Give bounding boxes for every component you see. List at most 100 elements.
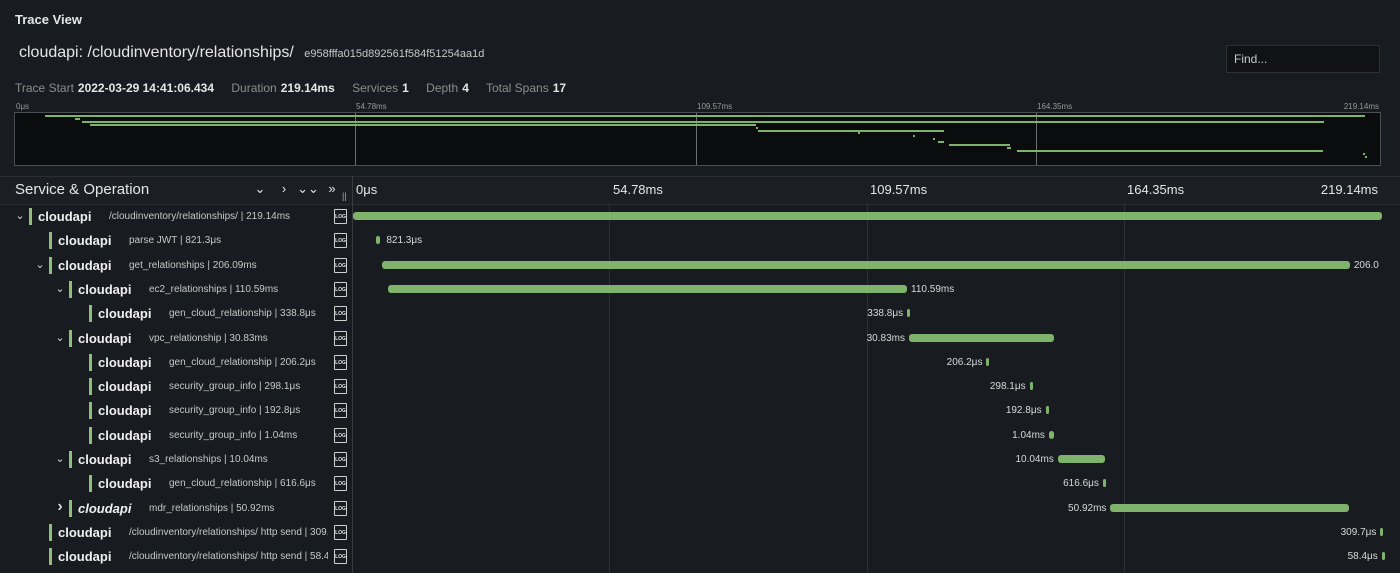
collapse-all-icon[interactable]: ⌄⌄ <box>296 181 320 197</box>
operation-name: parse JWT | 821.3μs <box>129 235 222 247</box>
minimap-tick: 219.14ms <box>1343 102 1379 111</box>
log-icon[interactable]: LOG <box>334 476 347 492</box>
span-row[interactable]: cloudapi/cloudinventory/relationships/ h… <box>0 545 1400 569</box>
operation-name: /cloudinventory/relationships/ http send… <box>129 551 328 563</box>
span-row[interactable]: cloudapi gen_cloud_relationship | 206.2μs… <box>0 351 1400 375</box>
span-bar[interactable] <box>1045 406 1049 415</box>
axis-tick-label: 0μs <box>356 182 378 197</box>
span-bar[interactable] <box>907 309 911 318</box>
operation-name: mdr_relationships | 50.92ms <box>149 502 275 514</box>
span-bar[interactable] <box>986 357 990 366</box>
log-icon[interactable]: LOG <box>334 524 347 540</box>
service-color-bar <box>89 353 92 371</box>
collapse-one-icon[interactable]: ⌄ <box>248 181 272 197</box>
span-bar[interactable] <box>376 236 381 245</box>
log-icon[interactable]: LOG <box>334 209 347 224</box>
span-row[interactable]: ⌄ cloudapi s3_relationships | 10.04ms LOG 10… <box>0 448 1400 472</box>
minimap-span-bar <box>912 135 915 138</box>
service-name: cloudapi <box>58 233 112 249</box>
span-bar[interactable] <box>1381 552 1385 561</box>
service-color-bar <box>89 305 92 323</box>
axis-tick-label: 109.57ms <box>870 182 928 197</box>
chevron-right-icon[interactable]: › <box>54 498 66 516</box>
expand-all-icon[interactable]: » <box>320 181 344 196</box>
log-icon[interactable]: LOG <box>334 427 347 443</box>
service-color-bar <box>69 280 72 298</box>
column-resize-handle[interactable]: || <box>342 191 347 201</box>
log-icon[interactable]: LOG <box>334 233 347 249</box>
service-color-bar <box>69 451 72 468</box>
chevron-down-icon[interactable]: ⌄ <box>54 282 66 295</box>
operation-name: /cloudinventory/relationships/ | 219.14m… <box>109 211 291 222</box>
log-icon[interactable]: LOG <box>334 257 347 273</box>
span-row[interactable]: ⌄ cloudapi/cloudinventory/relationships/ … <box>0 205 1400 229</box>
minimap-span-bar <box>1364 155 1367 158</box>
span-row[interactable]: cloudapi gen_cloud_relationship | 616.6μs… <box>0 472 1400 496</box>
minimap-span-bar <box>89 123 756 126</box>
minimap-tick: 54.78ms <box>356 102 387 111</box>
find-input[interactable] <box>1226 45 1380 73</box>
span-row[interactable]: cloudapi security_group_info | 298.1μs LOG… <box>0 375 1400 399</box>
service-color-bar <box>49 232 52 250</box>
span-bar[interactable] <box>353 212 1382 220</box>
total-spans-value: 17 <box>552 81 567 95</box>
trace-start-label: Trace Start <box>15 81 74 95</box>
chevron-down-icon[interactable]: ⌄ <box>54 331 66 344</box>
minimap-canvas[interactable] <box>14 112 1381 166</box>
span-bar[interactable] <box>387 284 908 293</box>
service-color-bar <box>69 499 72 517</box>
minimap-span-bar <box>75 117 81 120</box>
span-row[interactable]: ⌄ cloudapi get_relationships | 206.09ms LOG… <box>0 254 1400 278</box>
span-bar[interactable] <box>382 260 1350 269</box>
service-color-bar <box>89 378 92 396</box>
span-bar[interactable] <box>1102 479 1106 488</box>
operation-name: /cloudinventory/relationships/ http send… <box>129 526 328 538</box>
span-bar[interactable] <box>908 333 1054 342</box>
log-icon[interactable]: LOG <box>334 354 347 370</box>
span-row[interactable]: cloudapi parse JWT | 821.3μs LOG 821.3μs <box>0 229 1400 253</box>
service-name: cloudapi <box>98 476 152 492</box>
minimap-tick: 0μs <box>16 102 30 111</box>
log-icon[interactable]: LOG <box>334 306 347 322</box>
header-controls: ⌄ › ⌄⌄» <box>248 181 344 197</box>
operation-name: ec2_relationships | 110.59ms <box>149 283 279 295</box>
log-icon[interactable]: LOG <box>334 500 347 516</box>
span-bar[interactable] <box>1029 382 1033 391</box>
service-name: cloudapi <box>98 379 152 395</box>
expand-one-icon[interactable]: › <box>272 181 296 196</box>
span-bar[interactable] <box>1057 455 1105 463</box>
axis-tick-label: 164.35ms <box>1127 182 1185 197</box>
span-row[interactable]: ⌄ cloudapi vpc_relationship | 30.83ms LOG 30… <box>0 327 1400 351</box>
chevron-down-icon[interactable]: ⌄ <box>34 258 46 271</box>
service-name: cloudapi <box>78 452 132 467</box>
span-duration-label: 616.6μs <box>1063 478 1099 490</box>
span-bar[interactable] <box>1048 430 1054 439</box>
span-row[interactable]: cloudapi security_group_info | 192.8μs LOG… <box>0 399 1400 423</box>
span-duration-label: 206.0 <box>1353 259 1379 271</box>
log-icon[interactable]: LOG <box>334 452 347 467</box>
log-icon[interactable]: LOG <box>334 549 347 565</box>
log-icon[interactable]: LOG <box>334 379 347 395</box>
minimap-span-bar <box>933 138 936 141</box>
operation-name: security_group_info | 298.1μs <box>169 381 301 393</box>
span-row[interactable]: ⌄ cloudapi ec2_relationships | 110.59ms LOG… <box>0 278 1400 302</box>
span-bar[interactable] <box>1110 503 1350 512</box>
chevron-down-icon[interactable]: ⌄ <box>14 209 26 222</box>
span-row[interactable]: › cloudapi mdr_relationships | 50.92ms LOG 5… <box>0 497 1400 521</box>
trace-minimap[interactable]: 0μs 54.78ms 109.57ms 164.35ms 219.14ms <box>14 100 1381 166</box>
span-row[interactable]: cloudapi gen_cloud_relationship | 338.8μs… <box>0 302 1400 326</box>
panel-title: Trace View <box>15 12 82 27</box>
log-icon[interactable]: LOG <box>334 330 347 346</box>
minimap-span-bar <box>937 141 944 144</box>
total-spans-label: Total Spans <box>486 81 549 95</box>
depth-value: 4 <box>462 81 469 95</box>
service-color-bar <box>49 523 52 541</box>
trace-title: cloudapi: /cloudinventory/relationships/… <box>19 44 484 62</box>
span-duration-label: 192.8μs <box>1005 405 1042 417</box>
span-row[interactable]: cloudapi security_group_info | 1.04ms LOG 1… <box>0 424 1400 448</box>
span-bar[interactable] <box>1380 527 1384 536</box>
log-icon[interactable]: LOG <box>334 281 347 297</box>
chevron-down-icon[interactable]: ⌄ <box>54 452 66 465</box>
log-icon[interactable]: LOG <box>334 403 347 419</box>
span-row[interactable]: cloudapi/cloudinventory/relationships/ h… <box>0 521 1400 545</box>
